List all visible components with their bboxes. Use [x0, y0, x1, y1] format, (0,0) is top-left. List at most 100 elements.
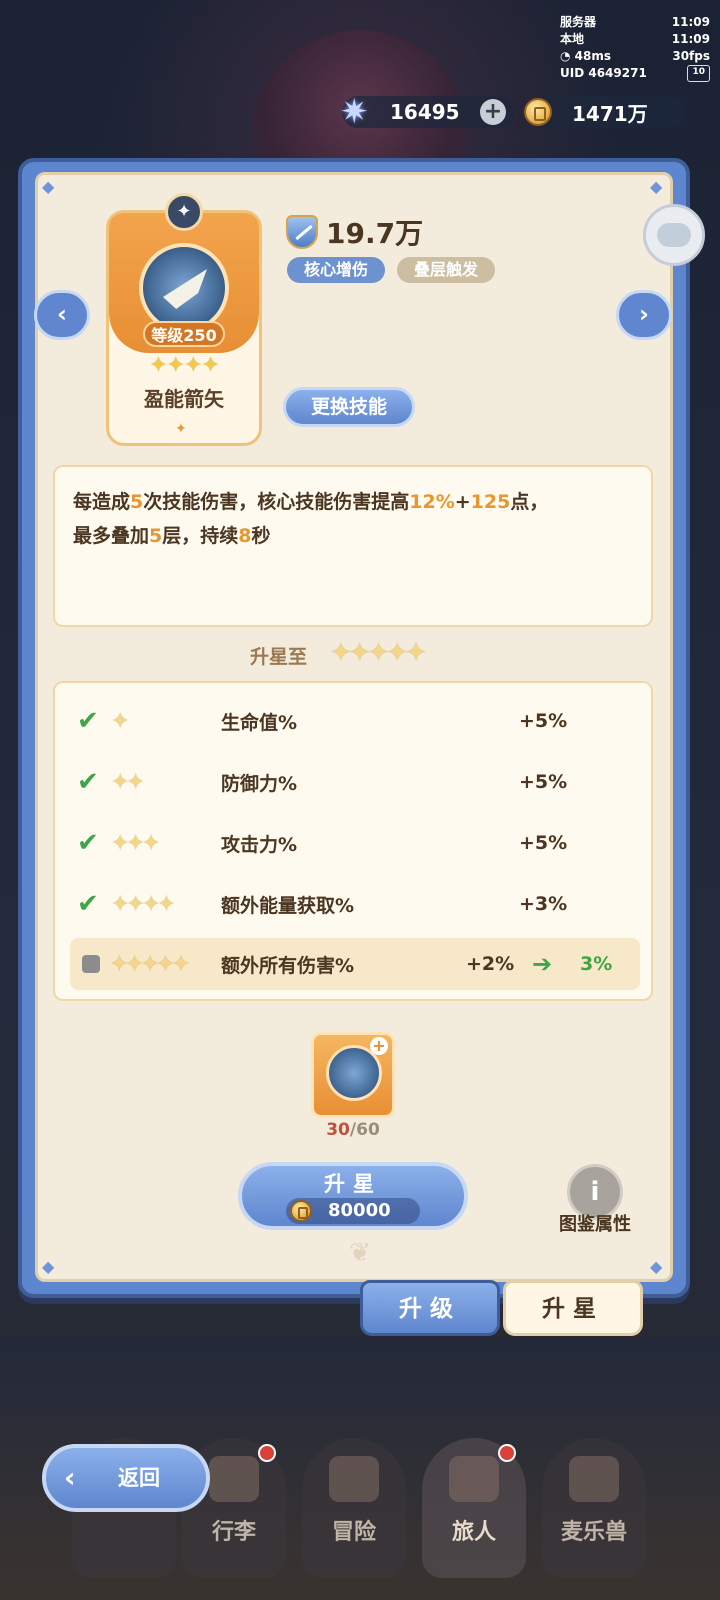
bonus-stars: ✦✦✦✦ [111, 891, 176, 917]
ping-readout: ◔ 48ms [560, 49, 612, 63]
bonus-value: +5% [519, 832, 568, 854]
bonus-value: +5% [519, 710, 568, 732]
gold-currency-value: 1471万 [572, 101, 648, 126]
cat-beast-icon [569, 1456, 619, 1502]
arrow-right-icon: ➔ [532, 950, 553, 978]
traveler-portrait-icon [449, 1456, 499, 1502]
corner-ornament-icon: ◆ [650, 1257, 663, 1276]
local-time: 11:09 [671, 32, 710, 46]
notification-dot [258, 1444, 276, 1462]
add-currency-button[interactable]: + [480, 99, 506, 125]
desc-text: 每造成 [73, 491, 131, 513]
lock-icon [82, 955, 100, 973]
corner-ornament-icon: ◆ [42, 177, 55, 196]
bonus-stars: ✦✦✦ [111, 830, 160, 856]
fps-readout: 30fps [672, 49, 710, 63]
bonus-row-next: ✦✦✦✦✦ 额外所有伤害% +2% ➔ 3% [70, 938, 640, 990]
desc-text: + [454, 491, 471, 513]
card-bottom-ornament-icon: ✦ [175, 421, 187, 437]
bonus-label: 防御力% [221, 772, 298, 795]
chevron-right-icon: › [639, 300, 649, 328]
bonus-row: ✔ ✦✦ 防御力% +5% [55, 756, 651, 808]
back-arrow-icon: ‹ [64, 1461, 76, 1494]
back-label: 返回 [118, 1466, 160, 1490]
desc-number: 12% [409, 491, 455, 513]
desc-text: 次技能伤害，核心技能伤害提高 [143, 491, 410, 513]
nav-label: 行李 [211, 1520, 256, 1545]
checkmark-icon: ✔ [77, 706, 99, 736]
bonus-value: +5% [519, 771, 568, 793]
bonus-row: ✔ ✦ 生命值% +5% [55, 695, 651, 747]
checkmark-icon: ✔ [77, 828, 99, 858]
target-stars: ✦✦✦✦✦ [330, 638, 427, 668]
skill-name: 盈能箭矢 [144, 387, 224, 411]
bonus-stars: ✦✦ [111, 769, 145, 795]
desc-number: 5 [149, 525, 163, 547]
bonus-next-value: 3% [580, 953, 613, 975]
skill-level-badge: 等级250 [143, 321, 225, 347]
star-up-label: 升星 [324, 1172, 382, 1196]
back-button[interactable]: ‹ 返回 [42, 1444, 210, 1512]
desc-text: 层，持续 [162, 525, 239, 547]
chest-icon [209, 1456, 259, 1502]
star-up-title: 升星至 [250, 646, 308, 668]
tab-upgrade[interactable]: 升级 [360, 1280, 500, 1336]
tab-star-up[interactable]: 升星 [503, 1280, 643, 1336]
codex-attributes-button[interactable]: i 图鉴属性 [550, 1164, 640, 1236]
desc-text: 秒 [251, 525, 271, 547]
local-label: 本地 [560, 32, 585, 46]
gold-currency: 1471万 [524, 96, 686, 128]
star-bonus-list: ✔ ✦ 生命值% +5% ✔ ✦✦ 防御力% +5% ✔ ✦✦✦ 攻击力% +5… [53, 681, 653, 1001]
skill-tag-core: 核心增伤 [287, 257, 385, 283]
star-up-cost-value: 80000 [328, 1200, 391, 1221]
chat-button[interactable] [643, 204, 705, 266]
chat-bubble-icon [657, 223, 691, 247]
change-skill-button[interactable]: 更换技能 [283, 387, 415, 427]
server-time: 11:09 [671, 15, 710, 29]
checkmark-icon: ✔ [77, 767, 99, 797]
star-crystal-icon: ✷ [340, 92, 369, 132]
nav-item-pets[interactable]: 麦乐兽 [542, 1438, 646, 1578]
nav-item-adventure[interactable]: 冒险 [302, 1438, 406, 1578]
wifi-icon: ◔ [560, 49, 575, 63]
skill-tag-stack: 叠层触发 [397, 257, 495, 283]
bonus-value: +3% [519, 893, 568, 915]
material-need: 60 [356, 1120, 380, 1140]
material-have: 30 [326, 1120, 350, 1140]
uid-text: UID 4649271 [560, 66, 647, 80]
desc-text: 最多叠加 [73, 525, 150, 547]
desc-number: 8 [238, 525, 252, 547]
material-count: 30/60 [311, 1120, 395, 1140]
star-currency-value: 16495 [390, 100, 460, 124]
prev-skill-button[interactable]: ‹ [34, 290, 90, 340]
checkmark-icon: ✔ [77, 889, 99, 919]
next-skill-button[interactable]: › [616, 290, 672, 340]
server-label: 服务器 [560, 15, 597, 29]
star-up-cost: 80000 [286, 1198, 420, 1224]
nav-label: 麦乐兽 [560, 1520, 627, 1545]
power-shield-icon [286, 215, 318, 249]
bonus-label: 额外能量获取% [221, 894, 355, 917]
skill-power-value: 19.7万 [326, 217, 424, 250]
chevron-left-icon: ‹ [57, 300, 67, 328]
bonus-label: 生命值% [221, 711, 298, 734]
gold-coin-icon [524, 98, 552, 126]
material-slot[interactable]: + [311, 1032, 395, 1118]
gold-coin-icon [290, 1200, 312, 1222]
desc-number: 5 [130, 491, 144, 513]
desc-text: 点， [510, 491, 549, 513]
bonus-stars: ✦ [111, 708, 130, 734]
skill-stars: ✦✦✦✦ [149, 353, 220, 378]
skill-card[interactable]: ✦ 等级250 ✦✦✦✦ 盈能箭矢 ✦ [106, 193, 262, 446]
nav-label: 旅人 [451, 1520, 496, 1545]
nav-item-traveler[interactable]: 旅人 [422, 1438, 526, 1578]
corner-ornament-icon: ◆ [650, 177, 663, 196]
star-up-button[interactable]: 升星 80000 [238, 1162, 468, 1230]
corner-ornament-icon: ◆ [42, 1257, 55, 1276]
arrow-feather-icon [163, 269, 207, 309]
skill-icon [139, 243, 229, 333]
notification-dot [498, 1444, 516, 1462]
codex-label: 图鉴属性 [559, 1214, 631, 1235]
bonus-value: +2% [466, 953, 515, 975]
plus-icon: + [370, 1037, 388, 1055]
